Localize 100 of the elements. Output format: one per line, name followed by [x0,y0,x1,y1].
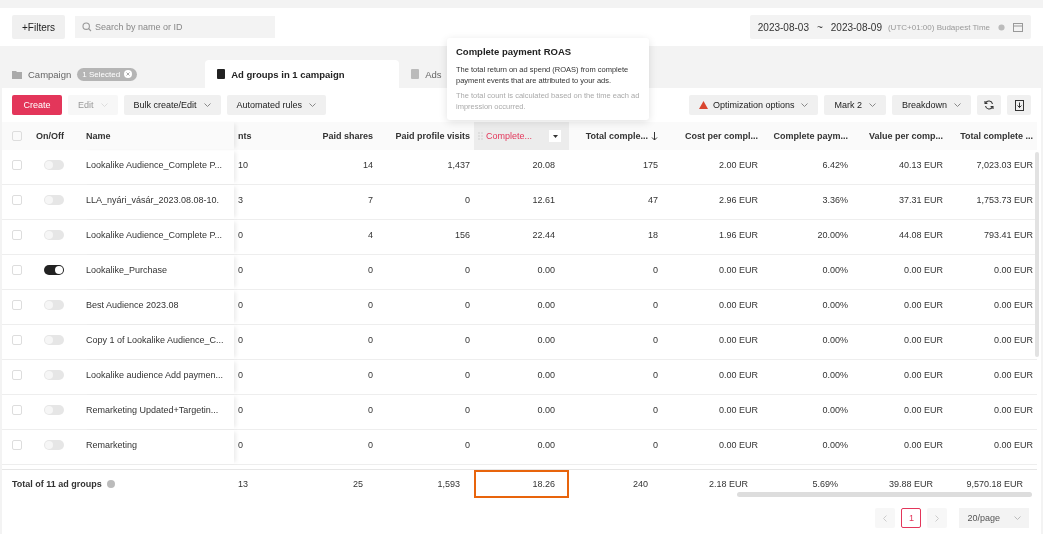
date-range-picker[interactable]: 2023-08-03 ~ 2023-08-09 (UTC+01:00) Budapest Time [749,15,1031,39]
tab[interactable]: Ads [399,60,454,88]
table-cell: 7,023.03 EUR [976,160,1033,170]
table-cell: 0.00 [537,370,555,380]
table-cell: 6.42% [822,160,848,170]
dropdown-button[interactable]: Automated rules [226,95,327,115]
tooltip-title: Complete payment ROAS [456,46,573,57]
ad-group-name[interactable]: Lookalike Audience_Complete P... [86,160,222,170]
table-cell: 40.13 EUR [898,160,943,170]
search-field[interactable]: Search by name or ID [75,16,276,38]
ad-group-name[interactable]: Lookalike Audience_Complete P... [86,230,222,240]
warning-icon [698,101,708,109]
row-checkbox[interactable] [12,300,22,310]
column-header[interactable]: Value per comp... [852,122,947,150]
column-header[interactable]: Total comple... [569,122,662,150]
table-cell: 0.00 EUR [993,335,1033,345]
table-cell: 0.00 EUR [718,405,758,415]
table-cell: 793.41 EUR [983,230,1033,240]
sort-descending-icon [651,131,658,141]
toggle-switch[interactable] [44,370,64,380]
table-cell: 0 [465,370,470,380]
page-size-dropdown[interactable]: 20/page [959,508,1029,528]
total-cell: 39.88 EUR [888,479,933,489]
ad-group-name[interactable]: Best Audience 2023.08 [86,300,179,310]
ad-group-name[interactable]: LLA_nyári_vásár_2023.08.08-10. [86,195,220,205]
table-cell: 0.00 EUR [993,370,1033,380]
ad-group-name[interactable]: Remarketing [86,440,138,450]
table-cell: 0 [465,405,470,415]
document-icon [217,69,226,79]
row-checkbox[interactable] [12,370,22,380]
filters-button[interactable]: +Filters [12,15,66,39]
toggle-switch[interactable] [44,300,64,310]
info-icon [998,23,1005,31]
toggle-switch[interactable] [44,405,64,415]
column-header[interactable]: Total complete ... [947,122,1037,150]
table-cell: 14 [363,160,373,170]
select-all-checkbox[interactable] [12,131,22,141]
table-cell: 0.00% [822,370,848,380]
total-cell: 18.26 [532,479,555,489]
table-cell: 0 [653,300,658,310]
tab[interactable]: Ad groups in 1 campaign [205,60,400,88]
ad-group-name[interactable]: Lookalike audience Add paymen... [86,370,224,380]
table-cell: 0.00% [822,300,848,310]
column-header[interactable]: Name [82,122,234,150]
horizontal-scrollbar[interactable] [737,492,1032,497]
ad-group-name[interactable]: Copy 1 of Lookalike Audience_C... [86,335,224,345]
column-header[interactable]: Complete paym... [762,122,852,150]
optimization-options-button[interactable]: Optimization options [688,95,819,115]
toggle-switch[interactable] [44,440,64,450]
table-cell: 0.00 EUR [718,440,758,450]
chevron-right-icon [935,514,940,522]
total-cell: 1,593 [437,479,460,489]
column-header[interactable]: Complete... [474,122,569,150]
row-checkbox[interactable] [12,160,22,170]
chevron-down-icon [1014,516,1021,520]
page-button[interactable]: 1 [901,508,922,528]
row-checkbox[interactable] [12,440,22,450]
toggle-switch[interactable] [44,265,64,275]
table-cell: 0.00 EUR [903,440,943,450]
row-checkbox[interactable] [12,405,22,415]
dropdown-button[interactable]: Bulk create/Edit [123,95,221,115]
table-cell: 0.00 EUR [903,335,943,345]
refresh-button[interactable] [977,95,1001,115]
create-button[interactable]: Create [12,95,62,115]
row-checkbox[interactable] [12,335,22,345]
ad-group-name[interactable]: Remarketing Updated+Targetin... [86,405,219,415]
toggle-switch[interactable] [44,195,64,205]
column-header[interactable]: Paid profile visits [377,122,474,150]
table-cell: 22.44 [532,230,555,240]
toggle-switch[interactable] [44,335,64,345]
row-checkbox[interactable] [12,195,22,205]
table-cell: 1,753.73 EUR [976,195,1033,205]
download-file-icon [1014,99,1024,111]
column-header[interactable]: On/Off [36,131,64,141]
column-header[interactable]: Cost per compl... [662,122,762,150]
table-cell: 156 [454,230,470,240]
total-label: Total of 11 ad groups [12,479,102,489]
previous-page-button[interactable] [875,508,896,528]
row-checkbox[interactable] [12,230,22,240]
table-cell: 0 [368,265,373,275]
dropdown-button[interactable]: Mark 2 [824,95,886,115]
ad-group-name[interactable]: Lookalike_Purchase [86,265,168,275]
column-header[interactable]: nts [234,122,292,150]
table-cell: 175 [642,160,658,170]
table-cell: 0.00% [822,405,848,415]
toggle-switch[interactable] [44,160,64,170]
total-cell: 9,570.18 EUR [966,479,1023,489]
row-checkbox[interactable] [12,265,22,275]
tab[interactable]: Campaign 1 Selected [0,60,150,88]
dropdown-button[interactable]: Breakdown [891,95,971,115]
table-cell: 7 [368,195,373,205]
chevron-down-icon [868,103,876,107]
toggle-switch[interactable] [44,230,64,240]
column-header[interactable]: Paid shares [292,122,377,150]
column-menu-button[interactable] [549,130,561,142]
next-page-button[interactable] [927,508,948,528]
chevron-down-icon [801,103,809,107]
caret-down-icon [552,134,558,138]
export-button[interactable] [1007,95,1031,115]
table-cell: 0 [238,440,243,450]
